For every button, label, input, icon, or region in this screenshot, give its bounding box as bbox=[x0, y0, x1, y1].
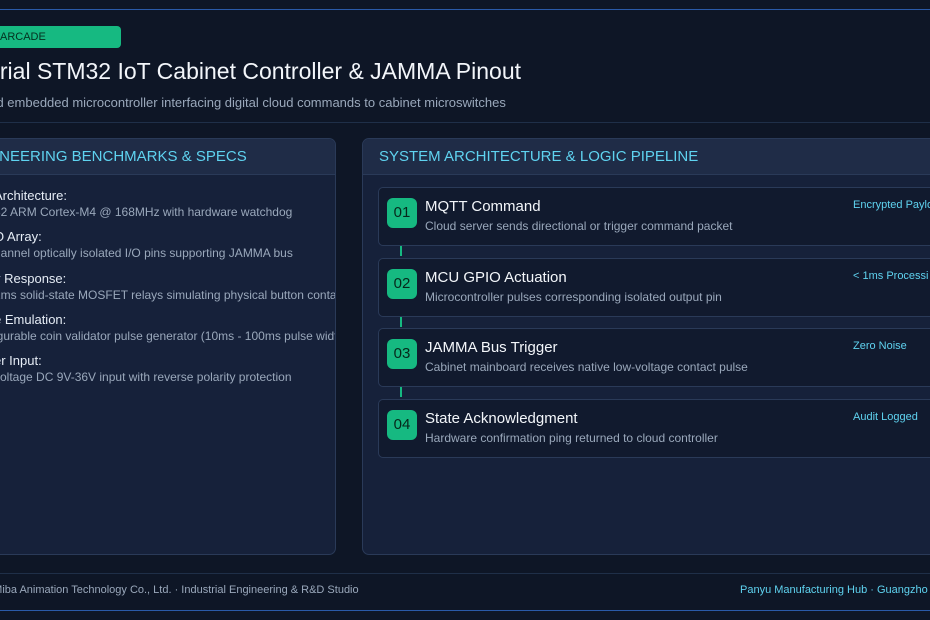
step-number-badge: 01 bbox=[387, 198, 417, 228]
category-tag: ARCADE bbox=[0, 26, 121, 48]
spec-label: O Array: bbox=[0, 229, 42, 244]
page-title: strial STM32 IoT Cabinet Controller & JA… bbox=[0, 58, 522, 84]
step-title: JAMMA Bus Trigger bbox=[425, 339, 558, 356]
spec-item: er Input: voltage DC 9V-36V input with r… bbox=[0, 352, 292, 386]
benchmarks-heading: INEERING BENCHMARKS & SPECS bbox=[0, 139, 335, 175]
spec-item: y Response: 1ms solid-state MOSFET relay… bbox=[0, 270, 336, 304]
bottom-rule bbox=[0, 610, 930, 611]
step-meta-label: Zero Noise bbox=[853, 340, 907, 352]
step-title: State Acknowledgment bbox=[425, 410, 578, 427]
spec-item: e Emulation: igurable coin validator pul… bbox=[0, 311, 336, 345]
step-number-badge: 04 bbox=[387, 410, 417, 440]
step-description: Microcontroller pulses corresponding iso… bbox=[425, 290, 722, 304]
step-description: Cabinet mainboard receives native low-vo… bbox=[425, 360, 748, 374]
spec-label: Architecture: bbox=[0, 188, 67, 203]
pipeline-step: 02 MCU GPIO Actuation Microcontroller pu… bbox=[378, 258, 930, 317]
spec-label: y Response: bbox=[0, 271, 67, 286]
top-rule bbox=[0, 9, 930, 10]
spec-label: er Input: bbox=[0, 353, 42, 368]
spec-value: igurable coin validator pulse generator … bbox=[0, 329, 336, 343]
step-connector bbox=[400, 246, 402, 256]
benchmarks-panel: INEERING BENCHMARKS & SPECS Architecture… bbox=[0, 138, 336, 555]
pipeline-step: 04 State Acknowledgment Hardware confirm… bbox=[378, 399, 930, 458]
step-description: Cloud server sends directional or trigge… bbox=[425, 219, 733, 233]
spec-value: hannel optically isolated I/O pins suppo… bbox=[0, 246, 293, 260]
step-title: MCU GPIO Actuation bbox=[425, 269, 567, 286]
pipeline-panel: SYSTEM ARCHITECTURE & LOGIC PIPELINE 01 … bbox=[362, 138, 930, 555]
spec-value: voltage DC 9V-36V input with reverse pol… bbox=[0, 370, 292, 384]
spec-item: Architecture: 32 ARM Cortex-M4 @ 168MHz … bbox=[0, 187, 292, 221]
step-description: Hardware confirmation ping returned to c… bbox=[425, 431, 718, 445]
step-title: MQTT Command bbox=[425, 198, 541, 215]
page-subtitle: eed embedded microcontroller interfacing… bbox=[0, 95, 506, 110]
step-connector bbox=[400, 317, 402, 327]
pipeline-step: 01 MQTT Command Cloud server sends direc… bbox=[378, 187, 930, 246]
footer-location: Panyu Manufacturing Hub · Guangzho bbox=[740, 584, 928, 596]
footer-company: u Miba Animation Technology Co., Ltd. · … bbox=[0, 584, 359, 596]
step-meta-label: < 1ms Processi bbox=[853, 270, 929, 282]
step-number-badge: 03 bbox=[387, 339, 417, 369]
step-number-badge: 02 bbox=[387, 269, 417, 299]
spec-value: 1ms solid-state MOSFET relays simulating… bbox=[0, 288, 336, 302]
step-meta-label: Encrypted Paylo bbox=[853, 199, 930, 211]
step-connector bbox=[400, 387, 402, 397]
header-divider bbox=[0, 122, 930, 123]
page: ARCADE strial STM32 IoT Cabinet Controll… bbox=[0, 0, 930, 620]
pipeline-heading: SYSTEM ARCHITECTURE & LOGIC PIPELINE bbox=[363, 139, 930, 175]
spec-item: O Array: hannel optically isolated I/O p… bbox=[0, 228, 293, 262]
pipeline-step: 03 JAMMA Bus Trigger Cabinet mainboard r… bbox=[378, 328, 930, 387]
spec-value: 32 ARM Cortex-M4 @ 168MHz with hardware … bbox=[0, 205, 293, 219]
spec-label: e Emulation: bbox=[0, 312, 67, 327]
footer-divider bbox=[0, 573, 930, 574]
step-meta-label: Audit Logged bbox=[853, 411, 918, 423]
